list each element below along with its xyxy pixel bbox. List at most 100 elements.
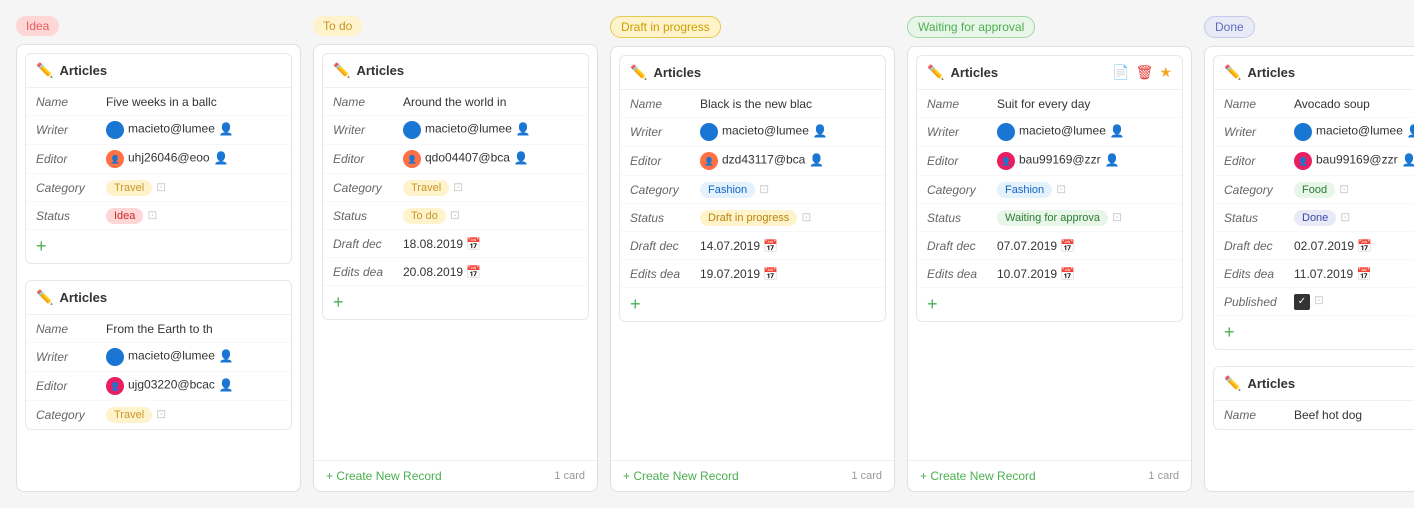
- expand-icon[interactable]: ⊡: [156, 180, 166, 194]
- card-title-text: Articles: [1247, 65, 1295, 80]
- row-value[interactable]: 👤ujg03220@bcac👤: [106, 377, 281, 395]
- expand-icon[interactable]: ⊡: [1112, 210, 1122, 224]
- row-value[interactable]: 👤uhj26046@eoo👤: [106, 150, 281, 168]
- card-row-2: Editor👤uhj26046@eoo👤: [26, 145, 291, 174]
- row-value[interactable]: Done⊡: [1294, 210, 1414, 226]
- column-badge-idea: Idea: [16, 16, 59, 36]
- row-value[interactable]: 👤macieto@lumee👤: [700, 123, 875, 141]
- date-value: 20.08.2019: [403, 265, 463, 279]
- row-label: Editor: [333, 152, 403, 166]
- avatar-email: macieto@lumee: [128, 349, 215, 363]
- create-new-record-button[interactable]: + Create New Record: [920, 469, 1036, 483]
- row-value[interactable]: Travel⊡: [403, 180, 578, 196]
- card-row-4: StatusIdea⊡: [26, 202, 291, 230]
- checkbox[interactable]: ✓: [1294, 294, 1310, 310]
- expand-icon[interactable]: ⊡: [1339, 182, 1349, 196]
- row-value[interactable]: ✓⊡: [1294, 293, 1414, 310]
- add-field-button[interactable]: +: [917, 288, 1182, 321]
- row-value[interactable]: Draft in progress⊡: [700, 210, 875, 226]
- row-value[interactable]: 👤macieto@lumee👤: [997, 123, 1172, 141]
- document-icon[interactable]: 📄: [1112, 64, 1129, 81]
- expand-icon[interactable]: ⊡: [801, 210, 811, 224]
- expand-icon[interactable]: ⊡: [759, 182, 769, 196]
- calendar-icon[interactable]: 📅: [760, 267, 778, 281]
- add-field-button[interactable]: +: [1214, 316, 1414, 349]
- row-label: Status: [927, 211, 997, 225]
- user-add-icon[interactable]: 👤: [516, 122, 531, 136]
- expand-icon[interactable]: ⊡: [453, 180, 463, 194]
- user-add-icon[interactable]: 👤: [813, 124, 828, 138]
- row-value[interactable]: 👤macieto@lumee👤: [106, 121, 281, 139]
- card-row-0: NameSuit for every day: [917, 90, 1182, 118]
- column-todo: To do✏️ArticlesNameAround the world inWr…: [313, 16, 598, 492]
- calendar-icon[interactable]: 📅: [1057, 239, 1075, 253]
- card-draft-0: ✏️ArticlesNameBlack is the new blacWrite…: [619, 55, 886, 322]
- calendar-icon[interactable]: 📅: [760, 239, 778, 253]
- expand-icon[interactable]: ⊡: [1340, 210, 1350, 224]
- row-value[interactable]: Travel⊡: [106, 407, 281, 423]
- user-add-icon[interactable]: 👤: [219, 378, 234, 392]
- card-title-text: Articles: [950, 65, 998, 80]
- expand-icon[interactable]: ⊡: [1314, 293, 1324, 307]
- column-content-todo: ✏️ArticlesNameAround the world inWriter👤…: [313, 44, 598, 492]
- avatar-email: bau99169@zzr: [1019, 153, 1101, 167]
- add-field-button[interactable]: +: [26, 230, 291, 263]
- row-value[interactable]: Travel⊡: [106, 180, 281, 196]
- row-value[interactable]: 👤macieto@lumee👤: [1294, 123, 1414, 141]
- column-footer-todo: + Create New Record1 card: [314, 460, 597, 491]
- add-field-button[interactable]: +: [620, 288, 885, 321]
- row-label: Published: [1224, 295, 1294, 309]
- row-value[interactable]: 👤qdo04407@bca👤: [403, 150, 578, 168]
- expand-icon[interactable]: ⊡: [156, 407, 166, 421]
- card-done-1: ✏️ArticlesNameBeef hot dog: [1213, 366, 1414, 430]
- calendar-icon[interactable]: 📅: [1354, 239, 1372, 253]
- column-idea: Idea✏️ArticlesNameFive weeks in a ballcW…: [16, 16, 301, 492]
- expand-icon[interactable]: ⊡: [1056, 182, 1066, 196]
- tag: To do: [403, 208, 446, 224]
- row-value[interactable]: 👤macieto@lumee👤: [106, 348, 281, 366]
- user-add-icon[interactable]: 👤: [809, 153, 824, 167]
- user-add-icon[interactable]: 👤: [219, 349, 234, 363]
- create-new-record-button[interactable]: + Create New Record: [326, 469, 442, 483]
- calendar-icon[interactable]: 📅: [463, 265, 481, 279]
- card-row-1: Writer👤macieto@lumee👤: [26, 116, 291, 145]
- card-title-idea-1: ✏️Articles: [36, 289, 107, 306]
- create-new-record-button[interactable]: + Create New Record: [623, 469, 739, 483]
- row-value[interactable]: Fashion⊡: [700, 182, 875, 198]
- user-add-icon[interactable]: 👤: [219, 122, 234, 136]
- expand-icon[interactable]: ⊡: [147, 208, 157, 222]
- row-value[interactable]: Food⊡: [1294, 182, 1414, 198]
- add-field-button[interactable]: +: [323, 286, 588, 319]
- delete-icon[interactable]: 🗑: [1136, 64, 1154, 81]
- row-value: 14.07.2019 📅: [700, 239, 875, 253]
- user-add-icon[interactable]: 👤: [1110, 124, 1125, 138]
- row-value: Black is the new blac: [700, 97, 875, 111]
- row-value[interactable]: Waiting for approva⊡: [997, 210, 1172, 226]
- user-add-icon[interactable]: 👤: [1402, 153, 1414, 167]
- row-value[interactable]: 👤macieto@lumee👤: [403, 121, 578, 139]
- user-add-icon[interactable]: 👤: [1407, 124, 1414, 138]
- star-icon[interactable]: ★: [1159, 64, 1172, 81]
- row-label: Status: [1224, 211, 1294, 225]
- card-row-1: Writer👤macieto@lumee👤: [1214, 118, 1414, 147]
- row-value[interactable]: 👤bau99169@zzr👤: [997, 152, 1172, 170]
- row-label: Draft dec: [630, 239, 700, 253]
- user-add-icon[interactable]: 👤: [214, 151, 229, 165]
- expand-icon[interactable]: ⊡: [450, 208, 460, 222]
- calendar-icon[interactable]: 📅: [1353, 267, 1371, 281]
- row-value[interactable]: 👤bau99169@zzr👤: [1294, 152, 1414, 170]
- row-value[interactable]: 👤dzd43117@bca👤: [700, 152, 875, 170]
- user-add-icon[interactable]: 👤: [514, 151, 529, 165]
- calendar-icon[interactable]: 📅: [463, 237, 481, 251]
- card-row-2: Editor👤bau99169@zzr👤: [917, 147, 1182, 176]
- card-idea-1: ✏️ArticlesNameFrom the Earth to thWriter…: [25, 280, 292, 430]
- row-value[interactable]: Idea⊡: [106, 208, 281, 224]
- card-title-done-1: ✏️Articles: [1224, 375, 1295, 392]
- row-value[interactable]: Fashion⊡: [997, 182, 1172, 198]
- calendar-icon[interactable]: 📅: [1057, 267, 1075, 281]
- date-value: 19.07.2019: [700, 267, 760, 281]
- user-add-icon[interactable]: 👤: [1105, 153, 1120, 167]
- card-header-todo-0: ✏️Articles: [323, 54, 588, 88]
- row-label: Name: [630, 97, 700, 111]
- row-value[interactable]: To do ⊡: [403, 208, 578, 224]
